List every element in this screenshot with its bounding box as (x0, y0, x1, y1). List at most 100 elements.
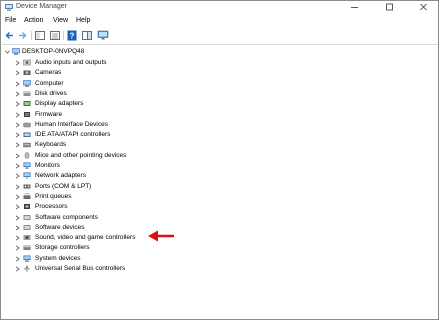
device-category[interactable]: Software components (15, 213, 315, 223)
chevron-right-icon[interactable] (15, 214, 20, 221)
camera-icon (23, 70, 31, 76)
chevron-right-icon[interactable] (15, 81, 20, 87)
help-icon[interactable]: ? (66, 30, 78, 41)
device-category[interactable]: IDE ATA/ATAPI controllers (15, 130, 315, 140)
device-category[interactable]: Cameras (15, 68, 315, 78)
chevron-right-icon[interactable] (15, 70, 20, 76)
keyboard-icon (23, 143, 31, 148)
minimize-button[interactable] (342, 1, 367, 14)
close-button[interactable] (411, 1, 436, 14)
network-icon (23, 172, 31, 180)
category-label: Processors (35, 203, 68, 211)
chevron-right-icon[interactable] (15, 235, 20, 241)
device-category[interactable]: Universal Serial Bus controllers (15, 264, 315, 274)
mouse-icon (24, 151, 30, 159)
device-category[interactable]: Storage controllers (15, 243, 315, 253)
device-category[interactable]: Disk drives (15, 89, 315, 99)
device-category[interactable]: Firmware (15, 110, 315, 120)
menu-help[interactable]: Help (76, 17, 90, 24)
category-label: Network adapters (35, 172, 86, 180)
window-title: Device Manager (16, 3, 67, 10)
speaker-icon (23, 59, 31, 66)
category-label: Mice and other pointing devices (35, 151, 127, 159)
chevron-right-icon[interactable] (15, 101, 20, 107)
chevron-right-icon[interactable] (15, 204, 20, 210)
chevron-right-icon[interactable] (15, 132, 20, 138)
category-label: Cameras (35, 69, 62, 77)
toolbar: ? (1, 28, 438, 43)
menu-file[interactable]: File (5, 17, 16, 24)
category-label: IDE ATA/ATAPI controllers (35, 131, 111, 139)
chevron-right-icon[interactable] (15, 256, 20, 262)
port-icon (23, 184, 31, 189)
category-label: Storage controllers (35, 244, 90, 252)
category-label: Keyboards (35, 141, 67, 149)
annotation-arrow-icon (148, 230, 174, 242)
device-manager-window: Device Manager File Action View Help ? D… (0, 0, 439, 320)
category-label: Computer (35, 79, 64, 87)
properties-icon[interactable] (34, 30, 46, 41)
device-manager-icon (5, 4, 13, 11)
chevron-right-icon[interactable] (15, 266, 20, 272)
forward-icon[interactable] (16, 30, 28, 41)
disk-icon (23, 91, 31, 96)
category-label: Monitors (35, 162, 60, 169)
action-pane-icon[interactable] (81, 30, 93, 41)
category-label: Software components (35, 213, 98, 221)
category-label: Print queues (35, 192, 72, 200)
device-category[interactable]: Keyboards (15, 140, 315, 150)
scan-hardware-icon[interactable] (97, 30, 109, 41)
device-category[interactable]: Computer (15, 79, 315, 89)
chevron-right-icon[interactable] (15, 111, 20, 118)
computer-icon (23, 79, 31, 87)
menu-bar: File Action View Help (1, 14, 438, 28)
display-icon (23, 101, 31, 107)
maximize-button[interactable] (377, 1, 402, 14)
device-category[interactable]: Print queues (15, 192, 315, 202)
device-category[interactable]: Mice and other pointing devices (15, 151, 315, 161)
category-label: Display adapters (35, 100, 84, 108)
hid-icon (23, 122, 31, 127)
category-label: Ports (COM & LPT) (35, 182, 92, 190)
category-label: Sound, video and game controllers (35, 234, 136, 242)
device-category[interactable]: System devices (15, 254, 315, 264)
device-category[interactable]: Audio inputs and outputs (15, 58, 315, 68)
menu-action[interactable]: Action (24, 17, 43, 24)
category-label: Human Interface Devices (35, 120, 108, 128)
system-icon (23, 255, 31, 262)
chevron-right-icon[interactable] (15, 142, 20, 148)
chevron-right-icon[interactable] (15, 60, 20, 66)
chevron-right-icon[interactable] (15, 225, 20, 231)
title-bar[interactable]: Device Manager (1, 1, 438, 14)
computer-icon (12, 48, 20, 55)
chevron-right-icon[interactable] (15, 194, 20, 200)
chevron-right-icon[interactable] (15, 184, 20, 190)
chevron-right-icon[interactable] (15, 173, 20, 179)
chevron-right-icon[interactable] (15, 122, 20, 128)
chevron-right-icon[interactable] (15, 91, 20, 97)
device-category[interactable]: Ports (COM & LPT) (15, 182, 315, 192)
category-label: Firmware (35, 110, 63, 118)
device-category[interactable]: Network adapters (15, 171, 315, 181)
device-category[interactable]: Human Interface Devices (15, 120, 315, 130)
device-category[interactable]: Display adapters (15, 99, 315, 109)
chip-icon (24, 111, 30, 117)
category-label: System devices (35, 254, 81, 262)
chevron-down-icon[interactable] (5, 49, 10, 55)
chevron-right-icon[interactable] (15, 163, 20, 169)
device-category[interactable]: Monitors (15, 161, 315, 171)
category-label: Audio inputs and outputs (35, 59, 107, 66)
chevron-right-icon[interactable] (15, 153, 20, 159)
computer-name: DESKTOP-0NVPQ48 (22, 48, 85, 55)
category-label: Disk drives (35, 89, 67, 97)
sound-icon (23, 235, 31, 241)
list-view-icon[interactable] (49, 30, 61, 41)
menu-view[interactable]: View (53, 17, 68, 24)
device-category[interactable]: Processors (15, 202, 315, 212)
processor-icon (24, 204, 30, 210)
chevron-right-icon[interactable] (15, 245, 20, 251)
category-label: Software devices (35, 223, 85, 231)
back-icon[interactable] (4, 30, 16, 41)
printer-icon (23, 193, 31, 199)
device-tree: DESKTOP-0NVPQ48 Audio inputs and outputs… (2, 44, 438, 319)
